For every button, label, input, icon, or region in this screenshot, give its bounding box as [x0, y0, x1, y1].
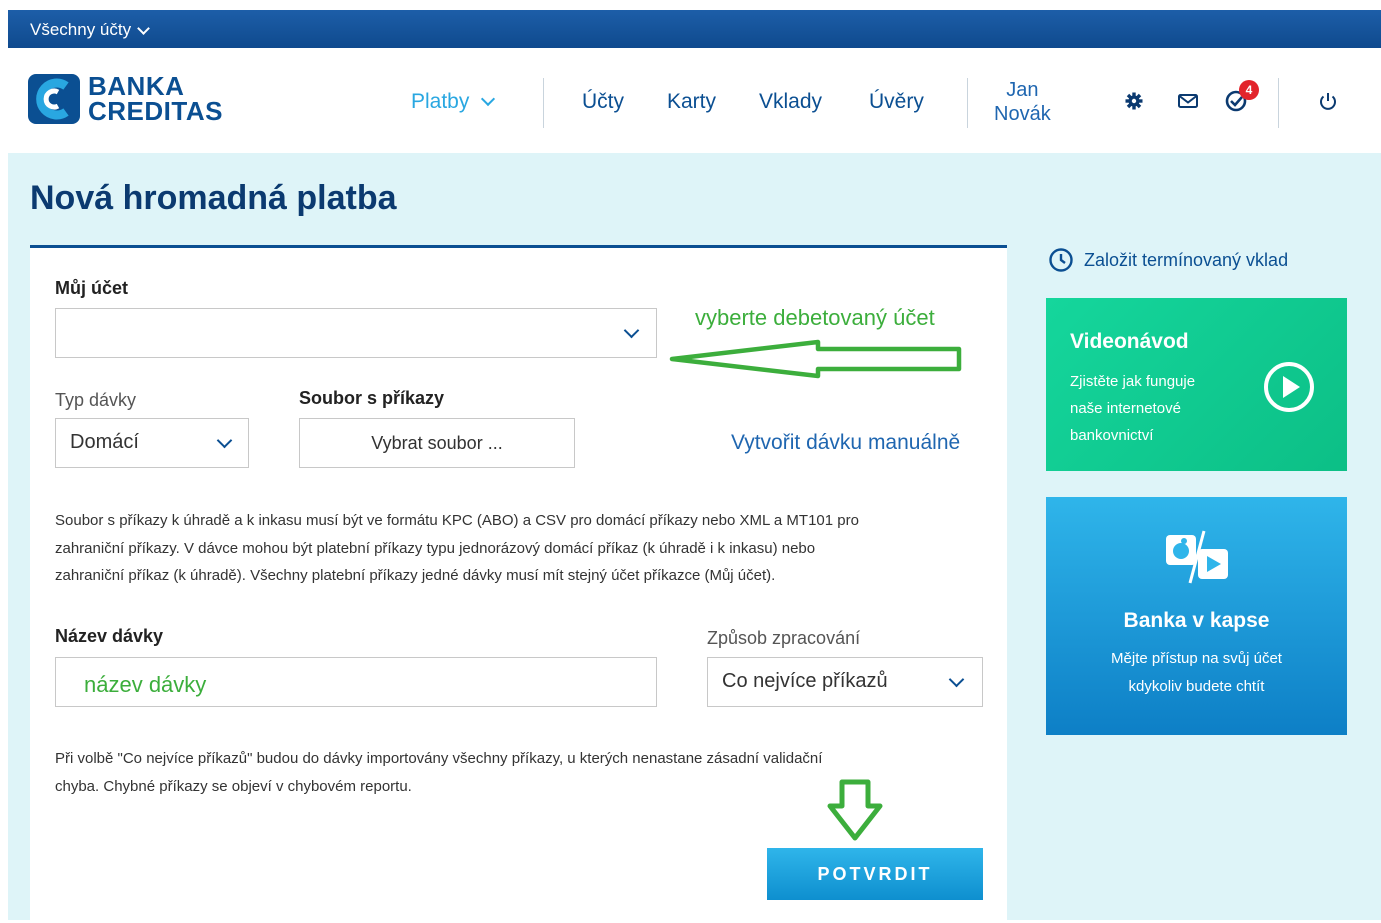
nav-deposits[interactable]: Vklady [759, 90, 822, 114]
batch-payment-form: Můj účet Typ dávky Domácí Soubor s příka… [30, 245, 1007, 923]
all-accounts-dropdown[interactable]: Všechny účty [30, 20, 150, 40]
my-account-label: Můj účet [55, 278, 129, 298]
mobile-banking-line: kdykoliv budete chtít [1128, 678, 1265, 695]
nav-accounts[interactable]: Účty [582, 90, 624, 114]
envelope-icon[interactable] [1177, 90, 1199, 112]
batch-name-input[interactable]: název dávky [55, 657, 657, 707]
file-format-info: Soubor s příkazy k úhradě a k inkasu mus… [55, 507, 995, 590]
batch-name-hint: název dávky [84, 672, 207, 697]
note-line: chyba. Chybné příkazy se objeví v chybov… [55, 777, 412, 795]
processing-mode-label: Způsob zpracování [707, 628, 861, 648]
info-line: Soubor s příkazy k úhradě a k inkasu mus… [55, 512, 859, 529]
notification-badge: 4 [1239, 80, 1259, 100]
logo-mark-icon [28, 74, 80, 124]
gear-icon[interactable] [1123, 90, 1145, 112]
annotation-account-hint: vyberte debetovaný účet [695, 305, 935, 330]
nav-cards[interactable]: Karty [667, 90, 716, 114]
video-guide-title: Videonávod [1070, 330, 1189, 353]
video-guide-line: bankovnictví [1070, 427, 1154, 444]
user-name[interactable]: Jan Novák [994, 78, 1051, 126]
info-line: zahraniční příkaz (k úhradě). Všechny pl… [55, 567, 776, 584]
chevron-down-icon [481, 91, 496, 107]
nav-divider [543, 78, 544, 128]
chevron-down-icon [623, 322, 640, 339]
user-last-name: Novák [994, 103, 1051, 125]
all-accounts-label: Všechny účty [30, 20, 132, 39]
nav-loans[interactable]: Úvěry [869, 90, 924, 114]
mobile-banking-description: Mějte přístup na svůj účet kdykoliv bude… [1076, 645, 1317, 701]
term-deposit-link[interactable]: Založit termínovaný vklad [1048, 247, 1288, 273]
nav-divider [967, 78, 968, 128]
nav-payments-label: Platby [411, 90, 470, 113]
my-account-select[interactable] [55, 308, 657, 358]
logo-line2: CREDITAS [88, 96, 223, 126]
mobile-banking-tile[interactable]: Banka v kapse Mějte přístup na svůj účet… [1046, 497, 1347, 735]
batch-type-label: Typ dávky [55, 390, 137, 410]
chevron-down-icon [137, 21, 150, 35]
file-label: Soubor s příkazy [299, 388, 445, 408]
header: BANKA CREDITAS Platby Účty Karty Vklady … [8, 48, 1381, 153]
logo-text: BANKA CREDITAS [88, 73, 223, 126]
batch-name-label: Název dávky [55, 626, 164, 646]
confirm-button[interactable]: POTVRDIT [767, 848, 983, 900]
header-divider [1278, 78, 1279, 128]
mobile-banking-title: Banka v kapse [1123, 609, 1270, 632]
play-icon[interactable] [1262, 360, 1316, 414]
video-guide-tile[interactable]: Videonávod Zjistěte jak funguje naše int… [1046, 298, 1347, 471]
app-store-icon [1166, 530, 1228, 584]
batch-type-select[interactable]: Domácí [55, 418, 249, 468]
banka-creditas-logo[interactable]: BANKA CREDITAS [28, 72, 223, 126]
processing-mode-value: Co nejvíce příkazů [722, 670, 888, 692]
top-bar: Všechny účty [8, 10, 1381, 48]
nav-payments[interactable]: Platby [411, 90, 496, 114]
power-icon[interactable] [1317, 90, 1339, 112]
note-line: Při volbě "Co nejvíce příkazů" budou do … [55, 750, 823, 767]
chevron-down-icon [948, 671, 965, 688]
term-deposit-label: Založit termínovaný vklad [1084, 249, 1289, 270]
batch-type-value: Domácí [70, 431, 139, 453]
create-batch-manually-link[interactable]: Vytvořit dávku manuálně [731, 431, 960, 455]
video-guide-line: Zjistěte jak funguje [1070, 373, 1196, 390]
mobile-banking-line: Mějte přístup na svůj účet [1111, 650, 1282, 667]
chevron-down-icon [216, 432, 233, 449]
video-guide-line: naše internetové [1070, 400, 1181, 417]
processing-mode-select[interactable]: Co nejvíce příkazů [707, 657, 983, 707]
choose-file-button[interactable]: Vybrat soubor ... [299, 418, 575, 468]
user-first-name: Jan [1006, 79, 1039, 101]
page-title: Nová hromadná platba [30, 179, 397, 217]
video-guide-description: Zjistěte jak funguje naše internetové ba… [1070, 368, 1230, 449]
clock-icon [1049, 248, 1073, 272]
info-line: zahraniční příkazy. V dávce mohou být pl… [55, 539, 816, 557]
processing-note: Při volbě "Co nejvíce příkazů" budou do … [55, 745, 995, 800]
